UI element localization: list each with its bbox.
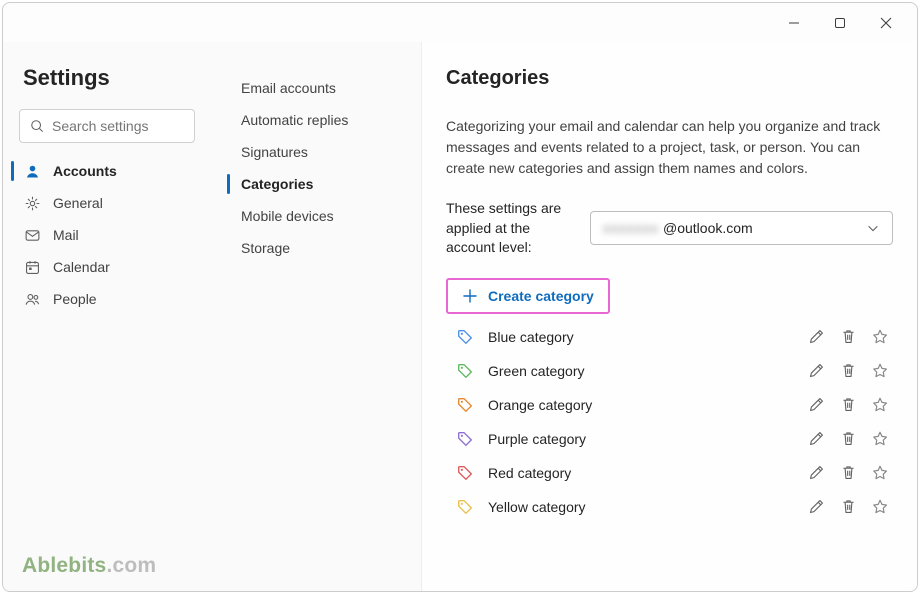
subnav-mobile-devices[interactable]: Mobile devices (211, 200, 421, 232)
account-scope-label: These settings are applied at the accoun… (446, 199, 572, 258)
sidebar-item-accounts[interactable]: Accounts (3, 155, 211, 187)
category-row: Purple category (446, 422, 893, 456)
watermark-brand: Ablebits (22, 554, 106, 577)
category-name: Orange category (488, 397, 793, 413)
sidebar-item-calendar[interactable]: Calendar (3, 251, 211, 283)
edit-button[interactable] (807, 430, 825, 448)
search-settings-field[interactable] (52, 118, 233, 134)
window-titlebar (3, 3, 917, 42)
sidebar-nav: Accounts General Mail (3, 155, 211, 315)
edit-button[interactable] (807, 362, 825, 380)
tag-icon (456, 328, 474, 346)
sidebar-item-label: Calendar (53, 259, 110, 275)
tag-icon (456, 430, 474, 448)
delete-button[interactable] (839, 498, 857, 516)
account-user-redacted: xxxxxxx (603, 220, 659, 236)
edit-button[interactable] (807, 396, 825, 414)
mail-icon (23, 226, 41, 244)
sidebar: Settings Accounts Genera (3, 42, 211, 591)
favorite-button[interactable] (871, 396, 889, 414)
favorite-button[interactable] (871, 430, 889, 448)
category-name: Yellow category (488, 499, 793, 515)
people-icon (23, 290, 41, 308)
content-description: Categorizing your email and calendar can… (446, 116, 886, 179)
gear-icon (23, 194, 41, 212)
category-name: Purple category (488, 431, 793, 447)
subnav-signatures[interactable]: Signatures (211, 136, 421, 168)
edit-button[interactable] (807, 328, 825, 346)
favorite-button[interactable] (871, 328, 889, 346)
edit-button[interactable] (807, 498, 825, 516)
search-icon (30, 117, 44, 135)
sidebar-item-mail[interactable]: Mail (3, 219, 211, 251)
category-actions (807, 396, 889, 414)
delete-button[interactable] (839, 328, 857, 346)
settings-window: Settings Accounts Genera (2, 2, 918, 592)
tag-icon (456, 396, 474, 414)
subnav-storage[interactable]: Storage (211, 232, 421, 264)
close-button[interactable] (877, 17, 895, 29)
person-icon (23, 162, 41, 180)
watermark: Ablebits.com (22, 554, 156, 578)
subnav-categories[interactable]: Categories (211, 168, 421, 200)
minimize-button[interactable] (785, 17, 803, 29)
sidebar-item-label: General (53, 195, 103, 211)
category-row: Orange category (446, 388, 893, 422)
category-row: Blue category (446, 320, 893, 354)
watermark-suffix: .com (106, 554, 156, 577)
favorite-button[interactable] (871, 498, 889, 516)
maximize-button[interactable] (831, 17, 849, 29)
category-row: Yellow category (446, 490, 893, 524)
sidebar-item-label: People (53, 291, 97, 307)
account-domain: @outlook.com (663, 220, 753, 236)
content-heading: Categories (446, 67, 893, 90)
favorite-button[interactable] (871, 362, 889, 380)
search-settings-input[interactable] (19, 109, 195, 143)
chevron-down-icon (866, 221, 880, 235)
category-name: Blue category (488, 329, 793, 345)
sidebar-item-label: Accounts (53, 163, 117, 179)
category-name: Red category (488, 465, 793, 481)
create-category-button[interactable]: Create category (446, 278, 610, 314)
delete-button[interactable] (839, 362, 857, 380)
tag-icon (456, 362, 474, 380)
account-select[interactable]: xxxxxxx @outlook.com (590, 211, 893, 245)
category-list: Blue category Green category Orange catego… (446, 320, 893, 524)
plus-icon (462, 288, 478, 304)
edit-button[interactable] (807, 464, 825, 482)
account-scope-row: These settings are applied at the accoun… (446, 199, 893, 258)
tag-icon (456, 464, 474, 482)
sidebar-item-general[interactable]: General (3, 187, 211, 219)
delete-button[interactable] (839, 396, 857, 414)
subnav-email-accounts[interactable]: Email accounts (211, 72, 421, 104)
sidebar-item-label: Mail (53, 227, 79, 243)
category-name: Green category (488, 363, 793, 379)
category-actions (807, 362, 889, 380)
category-actions (807, 430, 889, 448)
delete-button[interactable] (839, 430, 857, 448)
tag-icon (456, 498, 474, 516)
category-actions (807, 328, 889, 346)
category-row: Green category (446, 354, 893, 388)
content-pane: Categories Categorizing your email and c… (421, 42, 917, 591)
calendar-icon (23, 258, 41, 276)
category-actions (807, 464, 889, 482)
sidebar-item-people[interactable]: People (3, 283, 211, 315)
subnav: Email accounts Automatic replies Signatu… (211, 42, 421, 591)
category-row: Red category (446, 456, 893, 490)
subnav-automatic-replies[interactable]: Automatic replies (211, 104, 421, 136)
favorite-button[interactable] (871, 464, 889, 482)
delete-button[interactable] (839, 464, 857, 482)
settings-heading: Settings (3, 65, 211, 109)
create-category-label: Create category (488, 288, 594, 304)
category-actions (807, 498, 889, 516)
